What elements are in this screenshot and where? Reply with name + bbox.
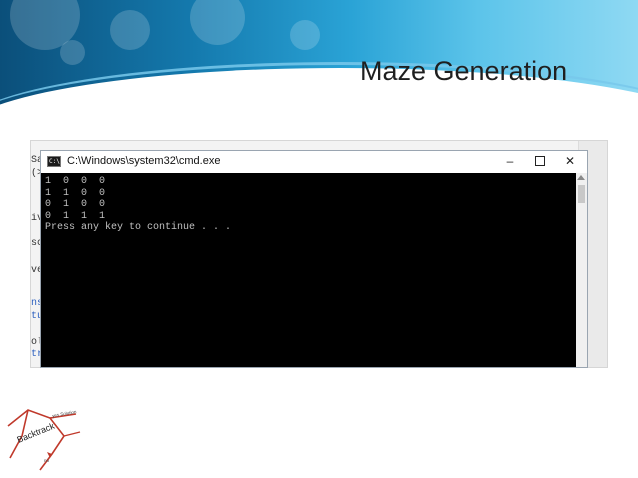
scroll-up-arrow-icon[interactable] (577, 175, 585, 180)
scrollbar-thumb[interactable] (578, 185, 585, 203)
console-line: 0 1 1 1 (45, 210, 106, 222)
minimize-icon: – (506, 154, 514, 168)
minimize-button[interactable]: – (495, 151, 525, 173)
close-button[interactable]: ✕ (555, 151, 585, 173)
backtrack-logo: Backtrack yes Solution no (7, 409, 81, 471)
cmd-icon: C:\ (47, 156, 61, 167)
cmd-window[interactable]: C:\ C:\Windows\system32\cmd.exe – ✕ 1 0 … (40, 150, 588, 368)
maximize-button[interactable] (525, 151, 555, 173)
console-line: Press any key to continue . . . (45, 222, 232, 233)
bokeh-decoration (190, 0, 245, 45)
maximize-icon (535, 155, 545, 166)
cmd-titlebar[interactable]: C:\ C:\Windows\system32\cmd.exe – ✕ (41, 151, 587, 173)
logo-annotation: yes Solution (52, 409, 78, 418)
bokeh-decoration (60, 40, 85, 65)
slide-title: Maze Generation (360, 56, 568, 86)
console-line: 0 1 0 0 (45, 199, 106, 210)
cmd-window-title: C:\Windows\system32\cmd.exe (67, 155, 221, 167)
cmd-scrollbar[interactable] (576, 173, 587, 367)
bokeh-decoration (110, 10, 150, 50)
logo-annotation: no (44, 458, 50, 463)
console-line: 1 0 0 0 (45, 176, 106, 187)
logo-text: Backtrack (16, 421, 57, 445)
close-icon: ✕ (564, 154, 576, 168)
bokeh-decoration (290, 20, 320, 50)
console-output[interactable]: 1 0 0 0 1 1 0 0 0 1 0 0 0 1 1 1 Press an… (41, 173, 577, 367)
console-line: 1 1 0 0 (45, 187, 106, 199)
logo-path (63, 431, 81, 437)
